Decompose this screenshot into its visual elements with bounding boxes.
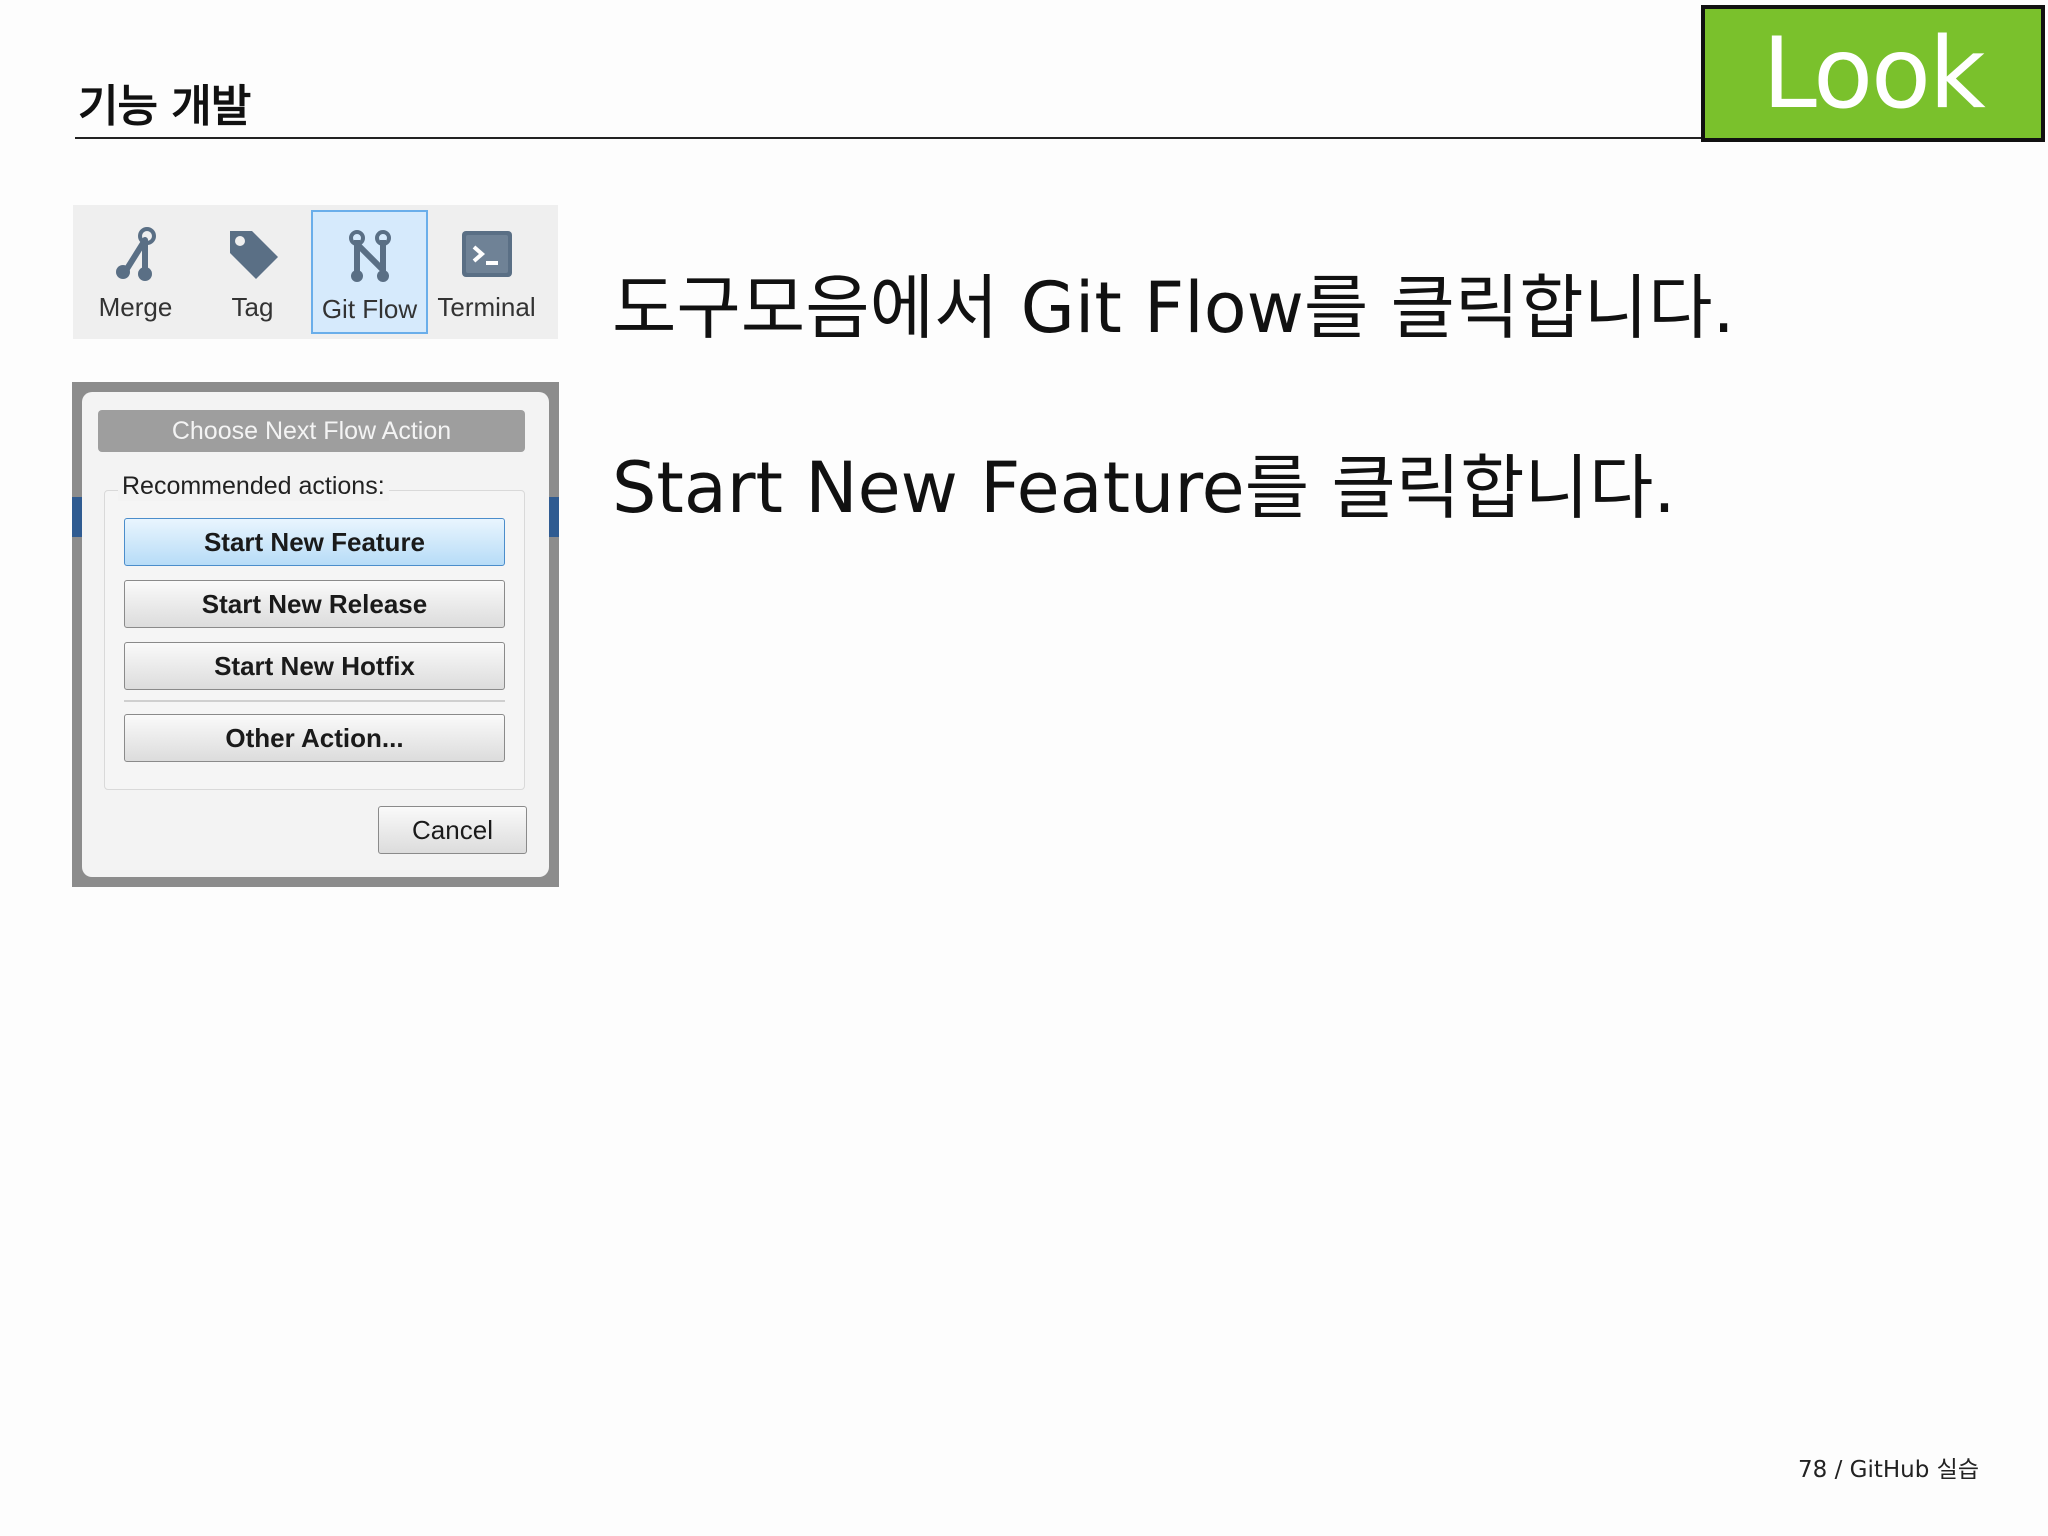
look-badge: Look (1701, 5, 2045, 142)
start-new-hotfix-button[interactable]: Start New Hotfix (124, 642, 505, 690)
toolbar-label: Terminal (437, 292, 536, 322)
window-edge (72, 497, 82, 537)
look-badge-label: Look (1762, 16, 1986, 131)
git-flow-icon (340, 226, 400, 286)
toolbar-tag-button[interactable]: Tag (194, 210, 311, 334)
terminal-icon (457, 224, 517, 284)
cancel-button[interactable]: Cancel (378, 806, 527, 854)
toolbar-label: Git Flow (321, 294, 418, 324)
toolbar-git-flow-button[interactable]: Git Flow (311, 210, 428, 334)
sourcetree-toolbar: Merge Tag Git Flow Terminal (73, 205, 558, 339)
window-edge (549, 497, 559, 537)
title-divider (75, 137, 1705, 139)
page-footer: 78 / GitHub 실습 (1798, 1457, 1979, 1483)
group-label: Recommended actions: (118, 472, 389, 501)
button-separator (124, 700, 505, 702)
flow-action-dialog: Choose Next Flow Action Recommended acti… (82, 392, 549, 877)
slide-title: 기능 개발 (78, 81, 251, 132)
start-new-release-button[interactable]: Start New Release (124, 580, 505, 628)
start-new-feature-button[interactable]: Start New Feature (124, 518, 505, 566)
toolbar-label: Merge (98, 292, 173, 322)
slide: 기능 개발 Look Merge Tag Git Flow Terminal C… (0, 0, 2048, 1536)
other-action-button[interactable]: Other Action... (124, 714, 505, 762)
toolbar-label: Tag (231, 292, 274, 322)
toolbar-terminal-button[interactable]: Terminal (428, 210, 545, 334)
tag-icon (223, 224, 283, 284)
dialog-title: Choose Next Flow Action (98, 410, 525, 452)
merge-icon (106, 224, 166, 284)
instruction-step-2: Start New Feature를 클릭합니다. (612, 447, 1676, 529)
toolbar-merge-button[interactable]: Merge (77, 210, 194, 334)
instruction-step-1: 도구모음에서 Git Flow를 클릭합니다. (612, 267, 1735, 349)
flow-action-dialog-frame: Choose Next Flow Action Recommended acti… (72, 382, 559, 887)
